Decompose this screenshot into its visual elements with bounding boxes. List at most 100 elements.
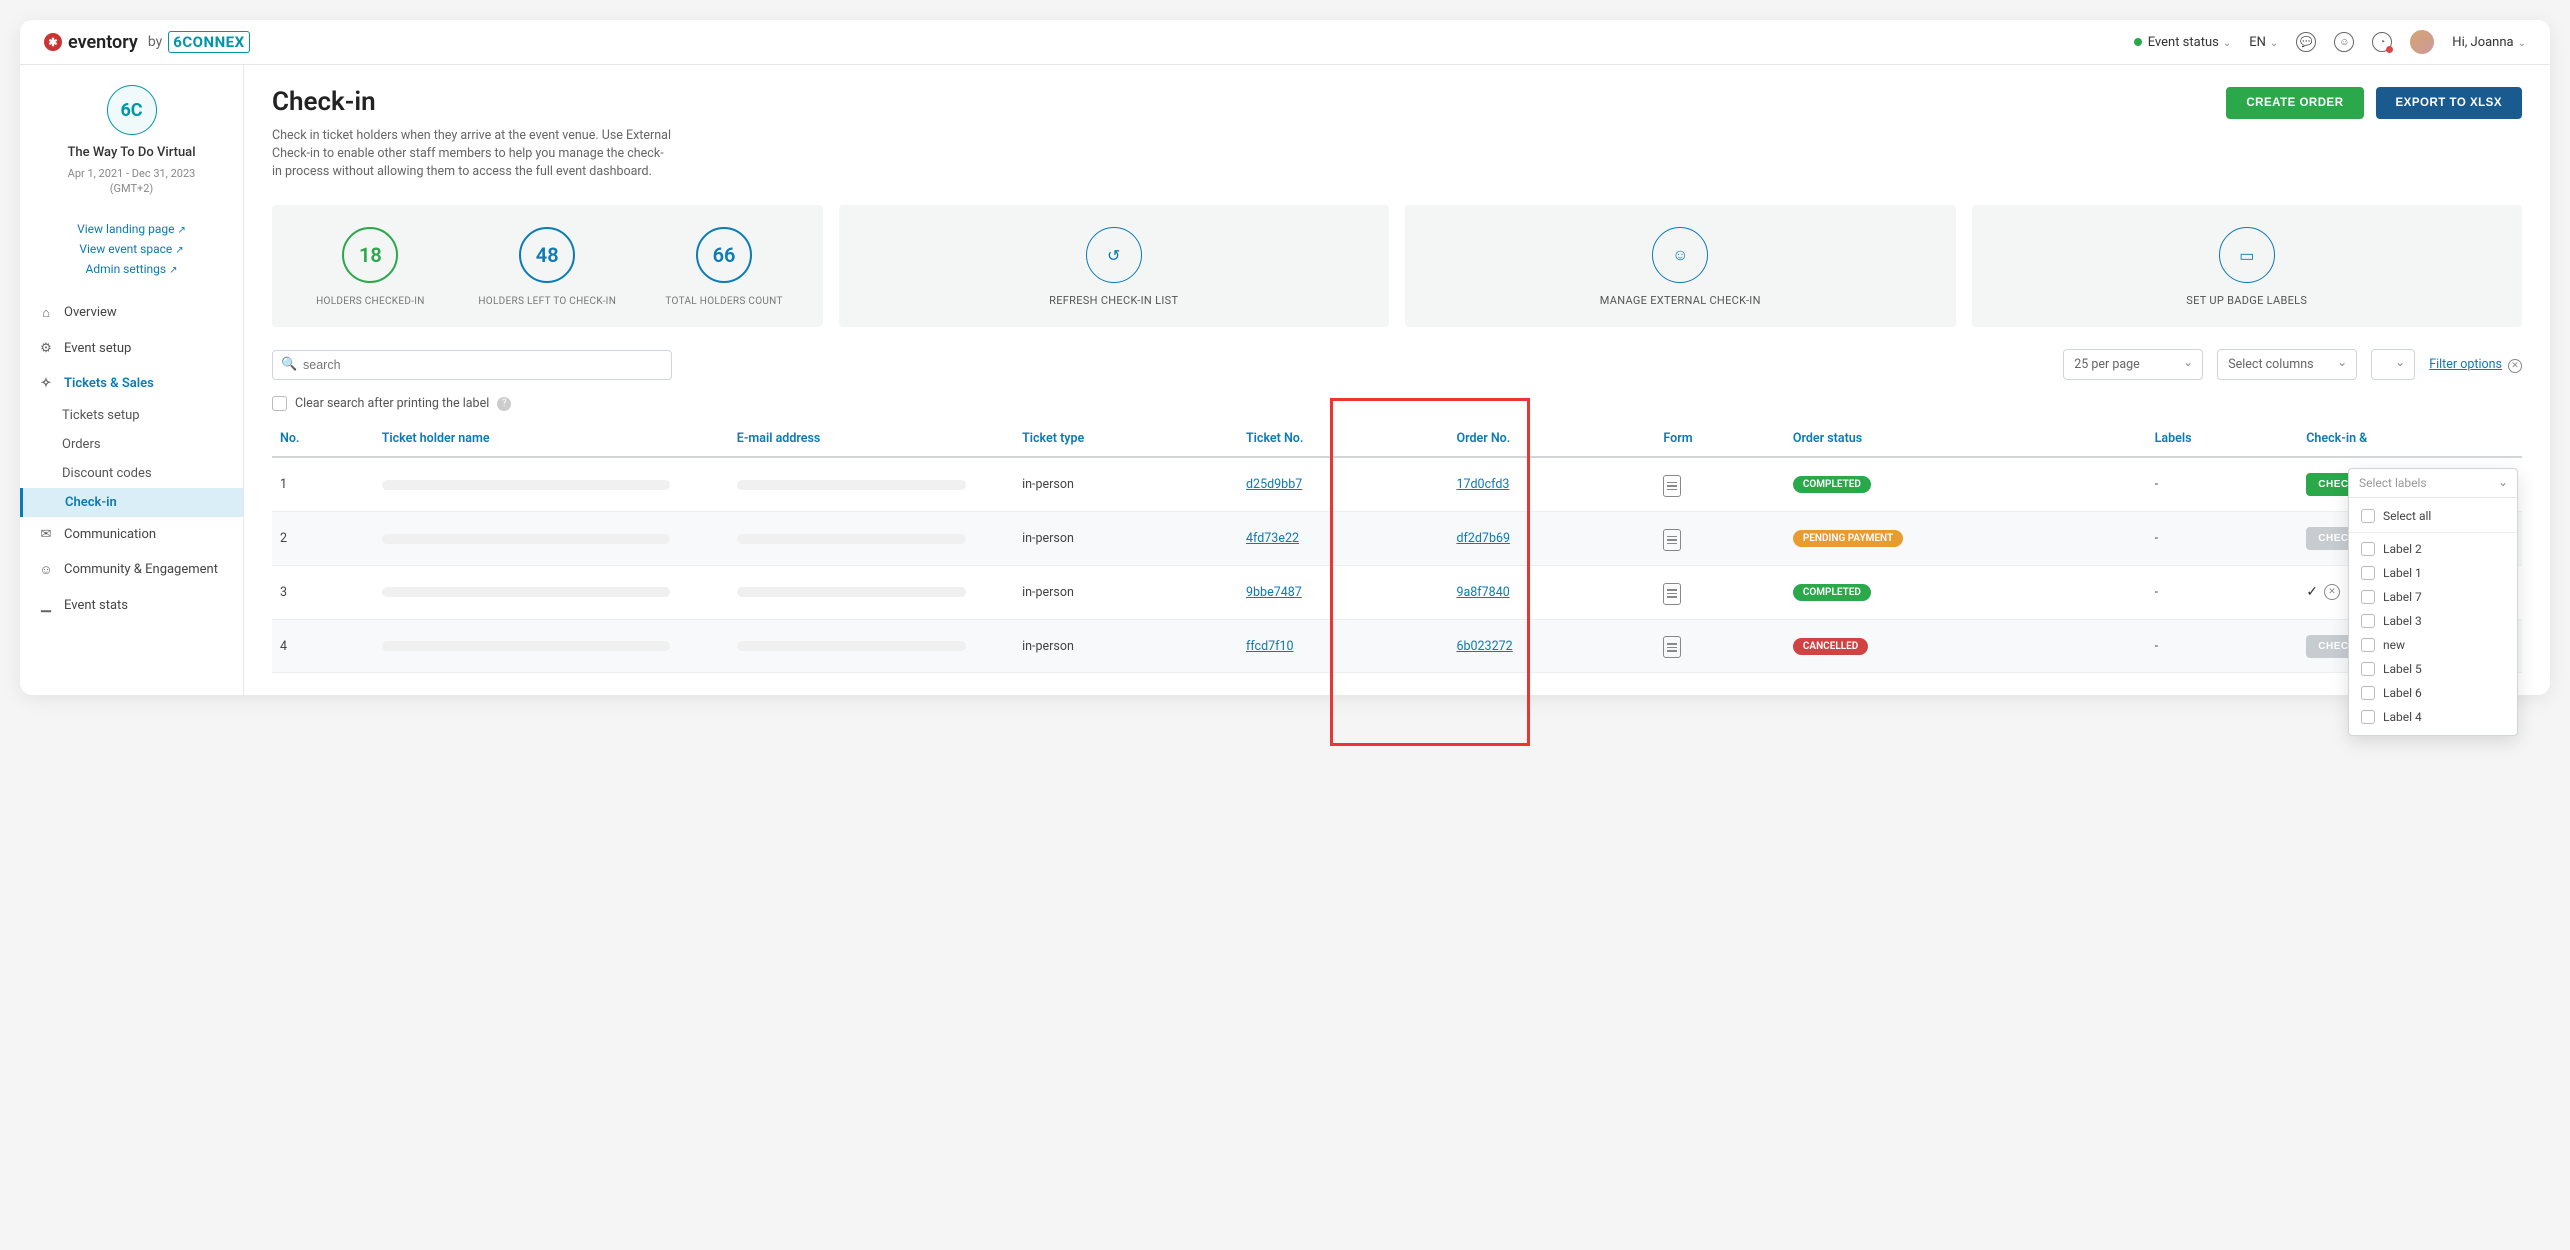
search-input[interactable] (272, 350, 672, 380)
checkbox[interactable] (2361, 614, 2375, 628)
col-labels[interactable]: Labels (2147, 421, 2299, 457)
sub-tickets-setup[interactable]: Tickets setup (20, 401, 243, 430)
filter-label-row[interactable]: Label 6 (2349, 681, 2517, 705)
export-xlsx-button[interactable]: EXPORT TO XLSX (2376, 87, 2522, 119)
cell-labels: - (2147, 512, 2299, 566)
checkbox[interactable] (2361, 662, 2375, 676)
checkbox[interactable] (2361, 509, 2375, 523)
checkin-table: No. Ticket holder name E-mail address Ti… (272, 421, 2522, 673)
clear-filter-icon[interactable]: ✕ (2508, 359, 2522, 373)
col-ticket-no[interactable]: Ticket No. (1238, 421, 1448, 457)
per-page-select[interactable]: 25 per page (2063, 349, 2203, 380)
filter-label-row[interactable]: Label 2 (2349, 537, 2517, 561)
order-link[interactable]: 17d0cfd3 (1456, 477, 1509, 492)
nav-tickets[interactable]: ✧Tickets & Sales (20, 366, 243, 401)
stat-checked-in-value: 18 (342, 227, 398, 283)
cell-email (729, 457, 1014, 511)
refresh-card[interactable]: ↺REFRESH CHECK-IN LIST (839, 205, 1390, 327)
col-form[interactable]: Form (1655, 421, 1785, 457)
filter-label-row[interactable]: Label 3 (2349, 609, 2517, 633)
stat-total-label: TOTAL HOLDERS COUNT (636, 295, 813, 309)
order-link[interactable]: 9a8f7840 (1456, 585, 1509, 600)
extra-select[interactable] (2371, 349, 2415, 380)
brand-partner: 6CONNEX (168, 31, 249, 53)
checkbox[interactable] (2361, 542, 2375, 556)
col-no[interactable]: No. (272, 421, 374, 457)
topbar: ✱ eventory by 6CONNEX Event status⌄ EN⌄ … (20, 20, 2550, 65)
refresh-icon: ↺ (1086, 227, 1142, 283)
checkbox[interactable] (2361, 686, 2375, 700)
ticket-link[interactable]: 9bbe7487 (1246, 585, 1302, 600)
gear-icon: ⚙ (38, 341, 54, 356)
checkbox[interactable] (2361, 566, 2375, 580)
event-logo: 6C (107, 85, 157, 135)
clear-search-checkbox[interactable] (272, 396, 287, 411)
chart-icon: ▁ (38, 598, 54, 613)
sub-checkin[interactable]: Check-in (20, 488, 243, 517)
chat-icon[interactable]: 💬 (2296, 32, 2316, 52)
columns-select[interactable]: Select columns (2217, 349, 2357, 380)
filter-label-row[interactable]: Label 4 (2349, 705, 2517, 729)
form-icon[interactable] (1663, 583, 1681, 605)
external-icon: ↗ (175, 245, 183, 256)
info-icon[interactable]: ? (497, 397, 511, 411)
bell-icon[interactable]: ◔ (2372, 32, 2392, 52)
link-admin[interactable]: Admin settings↗ (20, 259, 243, 279)
ticket-link[interactable]: d25d9bb7 (1246, 477, 1302, 492)
chat-icon: ✉ (38, 527, 54, 542)
stats-card: 18HOLDERS CHECKED-IN 48HOLDERS LEFT TO C… (272, 205, 823, 327)
table-row: 1in-persond25d9bb717d0cfd3COMPLETED-CHEC… (272, 457, 2522, 511)
logo-icon: ✱ (44, 33, 62, 51)
nav-overview[interactable]: ⌂Overview (20, 295, 243, 331)
filter-panel: Select labels Select all Label 2Label 1L… (2348, 468, 2518, 736)
badge-labels-card[interactable]: ▭SET UP BADGE LABELS (1972, 205, 2523, 327)
form-icon[interactable] (1663, 529, 1681, 551)
cell-name (374, 512, 729, 566)
language-select[interactable]: EN⌄ (2249, 35, 2278, 50)
manage-external-card[interactable]: ☺MANAGE EXTERNAL CHECK-IN (1405, 205, 1956, 327)
main-content: Check-in Check in ticket holders when th… (244, 65, 2550, 695)
col-name[interactable]: Ticket holder name (374, 421, 729, 457)
nav-stats[interactable]: ▁Event stats (20, 588, 243, 623)
form-icon[interactable] (1663, 636, 1681, 658)
form-icon[interactable] (1663, 475, 1681, 497)
order-link[interactable]: df2d7b69 (1456, 531, 1510, 546)
select-all-row[interactable]: Select all (2349, 504, 2517, 528)
filter-label-row[interactable]: Label 1 (2349, 561, 2517, 585)
ticket-link[interactable]: 4fd73e22 (1246, 531, 1299, 546)
sub-orders[interactable]: Orders (20, 430, 243, 459)
col-checkin[interactable]: Check-in & (2298, 421, 2522, 457)
event-name: The Way To Do Virtual (36, 145, 227, 160)
checkbox[interactable] (2361, 710, 2375, 724)
sub-discount[interactable]: Discount codes (20, 459, 243, 488)
filter-options-link[interactable]: Filter options✕ (2429, 357, 2522, 373)
checkbox[interactable] (2361, 638, 2375, 652)
cancel-icon[interactable]: ✕ (2324, 584, 2340, 600)
user-icon[interactable]: ☺ (2334, 32, 2354, 52)
stat-left-value: 48 (519, 227, 575, 283)
ticket-icon: ✧ (38, 376, 54, 391)
ticket-link[interactable]: ffcd7f10 (1246, 639, 1294, 654)
nav-community[interactable]: ☺Community & Engagement (20, 552, 243, 588)
col-status[interactable]: Order status (1785, 421, 2147, 457)
filter-label-row[interactable]: Label 5 (2349, 657, 2517, 681)
page-description: Check in ticket holders when they arrive… (272, 127, 672, 181)
link-space[interactable]: View event space↗ (20, 239, 243, 259)
link-landing[interactable]: View landing page↗ (20, 219, 243, 239)
col-email[interactable]: E-mail address (729, 421, 1014, 457)
select-labels-dropdown[interactable]: Select labels (2349, 469, 2517, 498)
create-order-button[interactable]: CREATE ORDER (2226, 87, 2363, 119)
col-order-no[interactable]: Order No. (1448, 421, 1655, 457)
cell-type: in-person (1014, 512, 1238, 566)
filter-label-row[interactable]: new (2349, 633, 2517, 657)
checkbox[interactable] (2361, 590, 2375, 604)
avatar[interactable] (2410, 30, 2434, 54)
nav-setup[interactable]: ⚙Event setup (20, 331, 243, 366)
table-row: 3in-person9bbe74879a8f7840COMPLETED-✓✕ (272, 565, 2522, 619)
nav-communication[interactable]: ✉Communication (20, 517, 243, 552)
order-link[interactable]: 6b023272 (1456, 639, 1512, 654)
greeting[interactable]: Hi, Joanna⌄ (2452, 35, 2526, 50)
event-status-toggle[interactable]: Event status⌄ (2134, 35, 2232, 50)
col-type[interactable]: Ticket type (1014, 421, 1238, 457)
filter-label-row[interactable]: Label 7 (2349, 585, 2517, 609)
